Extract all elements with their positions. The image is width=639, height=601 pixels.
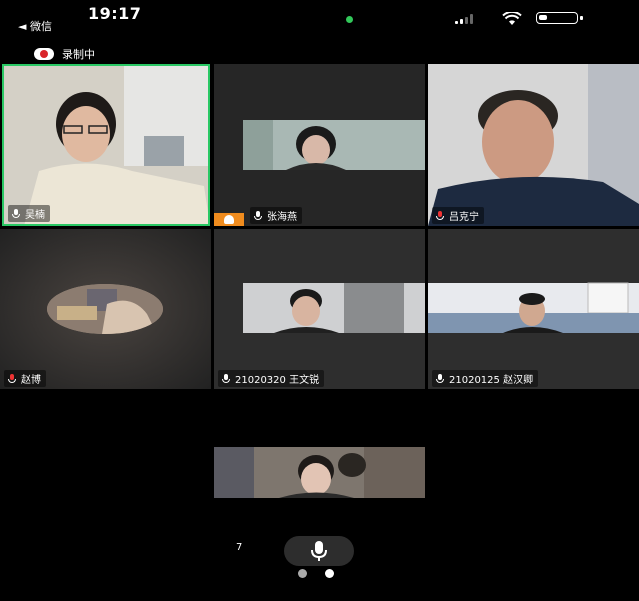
participant-name: 吴楠 xyxy=(25,210,45,221)
page-dot-active[interactable] xyxy=(325,569,334,578)
self-video xyxy=(214,447,425,498)
microphone-icon xyxy=(221,373,231,384)
video-tile-zhao-bo[interactable]: 赵博 xyxy=(0,229,211,389)
back-to-wechat-link[interactable]: ◄ 微信 xyxy=(18,18,52,34)
video-tile-zhao-han-qing[interactable]: 21020125 赵汉卿 xyxy=(428,229,639,389)
participant-name: 21020125 赵汉卿 xyxy=(449,375,534,386)
video-tile-wu-nan[interactable]: 吴楠 xyxy=(2,64,210,226)
name-tag: 吕克宁 xyxy=(432,207,484,224)
participant-name: 吕克宁 xyxy=(449,212,479,223)
self-video-preview[interactable] xyxy=(214,447,425,498)
name-tag: 吴楠 xyxy=(8,205,50,222)
camera-indicator-dot xyxy=(346,16,353,23)
status-bar: ◄ 微信 19:17 xyxy=(0,0,639,38)
participant-video xyxy=(214,64,425,226)
status-time: 19:17 xyxy=(88,4,142,23)
participant-video xyxy=(428,229,639,389)
participant-name: 张海燕 xyxy=(267,212,297,223)
battery-icon xyxy=(536,12,583,24)
host-badge-icon xyxy=(214,213,244,226)
recording-icon xyxy=(34,48,54,60)
page-indicator[interactable] xyxy=(298,569,334,578)
participant-name: 赵博 xyxy=(21,375,41,386)
recording-label: 录制中 xyxy=(62,48,95,61)
participant-count[interactable]: 7 xyxy=(222,542,242,553)
microphone-icon xyxy=(311,541,327,561)
microphone-muted-icon xyxy=(222,543,232,553)
recording-indicator[interactable]: 录制中 xyxy=(34,46,95,62)
name-tag: 21020125 赵汉卿 xyxy=(432,370,539,387)
video-tile-zhang-hai-yan[interactable]: 张海燕 xyxy=(214,64,425,226)
microphone-icon xyxy=(11,208,21,219)
name-tag: 张海燕 xyxy=(250,207,302,224)
back-label[interactable]: ◄ 微信 xyxy=(18,18,52,34)
participant-name: 21020320 王文锐 xyxy=(235,375,320,386)
microphone-toggle-button[interactable] xyxy=(284,536,354,566)
avatar xyxy=(47,284,163,334)
video-tile-lyu-ke-ning[interactable]: 吕克宁 xyxy=(428,64,639,226)
wifi-icon xyxy=(502,10,522,30)
microphone-muted-icon xyxy=(435,210,445,221)
video-tile-wang-wen-rui[interactable]: 21020320 王文锐 xyxy=(214,229,425,389)
cellular-signal-icon xyxy=(455,14,473,24)
participant-video xyxy=(214,229,425,389)
name-tag: 赵博 xyxy=(4,370,46,387)
microphone-muted-icon xyxy=(7,373,17,384)
participant-count-value: 7 xyxy=(236,542,243,553)
name-tag: 21020320 王文锐 xyxy=(218,370,325,387)
participant-video xyxy=(428,64,639,226)
microphone-icon xyxy=(253,210,263,221)
microphone-icon xyxy=(435,373,445,384)
participant-video xyxy=(4,66,208,224)
page-dot[interactable] xyxy=(298,569,307,578)
